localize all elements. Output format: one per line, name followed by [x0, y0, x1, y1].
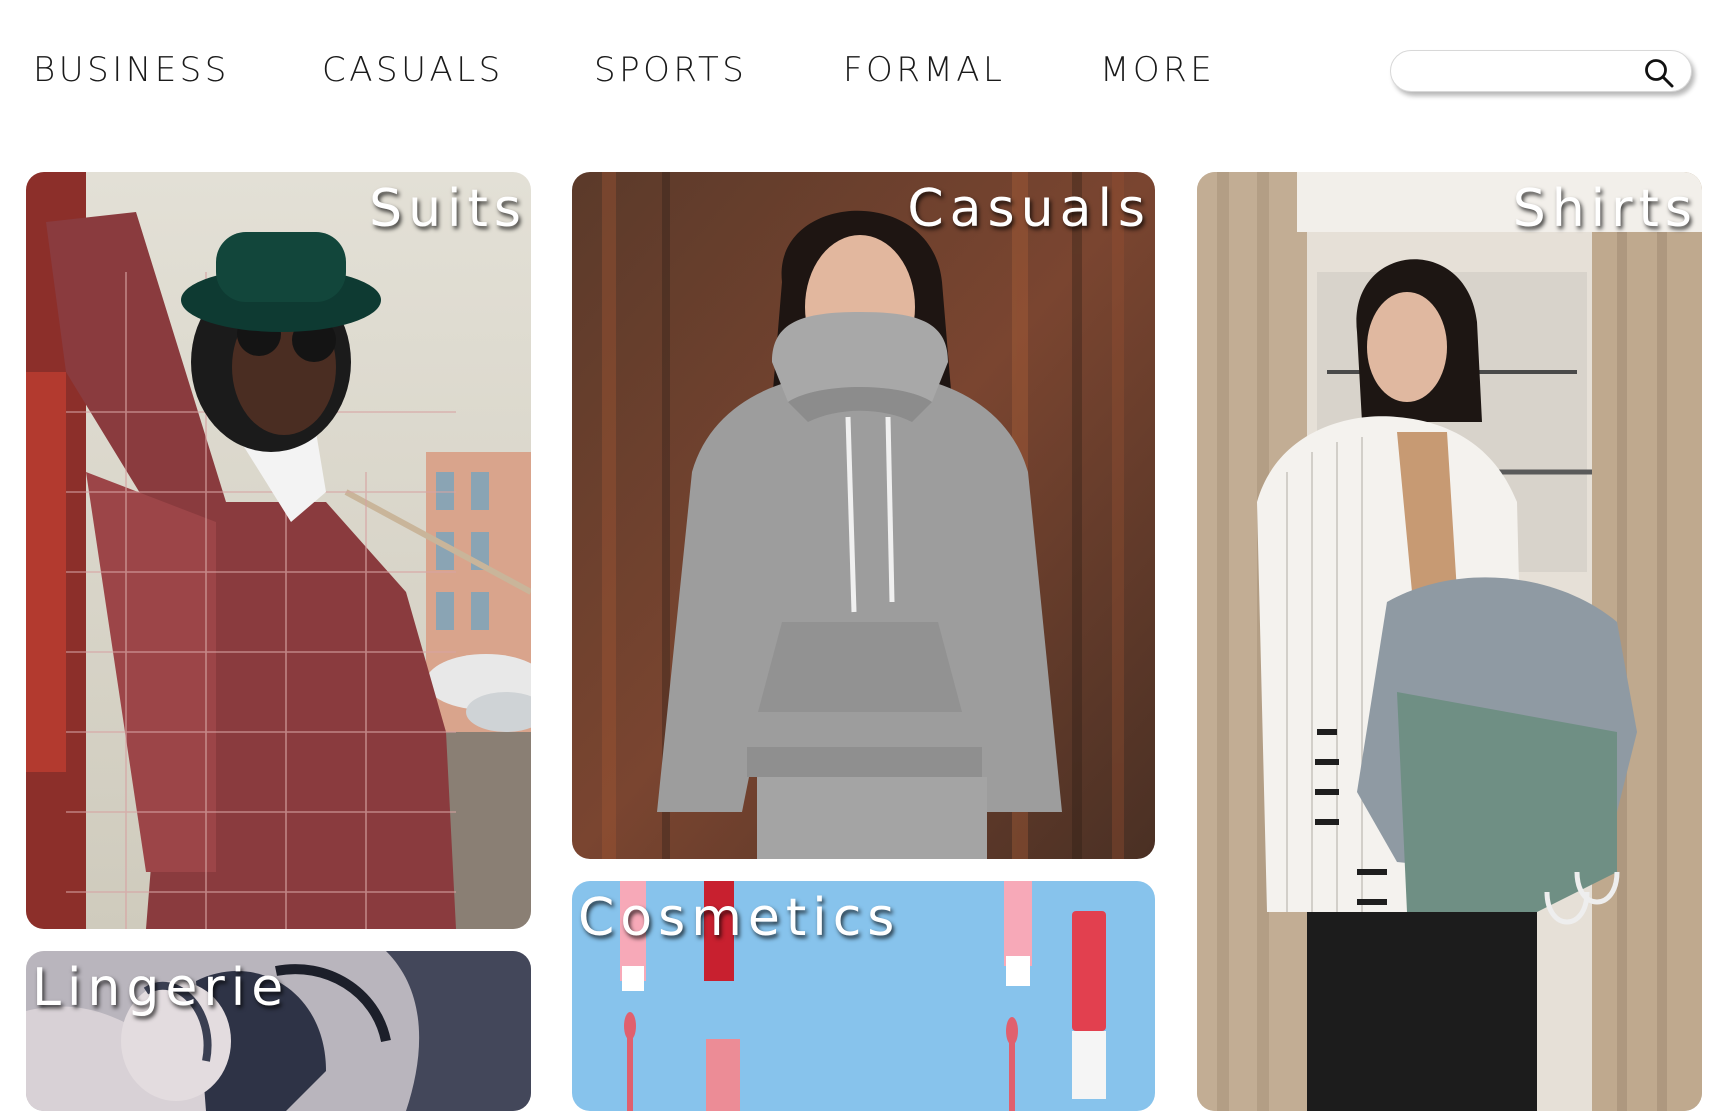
card-label-shirts: Shirts	[1512, 179, 1698, 239]
card-label-cosmetics: Cosmetics	[578, 888, 901, 948]
card-label-lingerie: Lingerie	[32, 958, 290, 1018]
category-card-lingerie[interactable]: Lingerie	[26, 951, 531, 1111]
page: BUSINESS CASUALS SPORTS FORMAL MORE Suit…	[0, 0, 1728, 1117]
shirts-photo	[1197, 172, 1702, 1111]
category-card-suits[interactable]: Suits	[26, 172, 531, 929]
card-label-suits: Suits	[369, 179, 527, 239]
search-input[interactable]	[1409, 57, 1633, 87]
nav-item-formal[interactable]: FORMAL	[843, 50, 1005, 90]
casuals-photo	[572, 172, 1155, 859]
nav-item-more[interactable]: MORE	[1100, 50, 1215, 90]
card-label-casuals: Casuals	[907, 179, 1151, 239]
search-box[interactable]	[1390, 50, 1692, 92]
top-navigation: BUSINESS CASUALS SPORTS FORMAL MORE	[0, 0, 1728, 140]
category-card-shirts[interactable]: Shirts	[1197, 172, 1702, 1111]
search-icon[interactable]	[1643, 57, 1675, 89]
category-card-casuals[interactable]: Casuals	[572, 172, 1155, 859]
nav-item-business[interactable]: BUSINESS	[33, 50, 230, 90]
category-card-cosmetics[interactable]: Cosmetics	[572, 881, 1155, 1111]
nav-item-casuals[interactable]: CASUALS	[322, 50, 504, 90]
suits-photo	[26, 172, 531, 929]
nav-item-sports[interactable]: SPORTS	[594, 50, 747, 90]
